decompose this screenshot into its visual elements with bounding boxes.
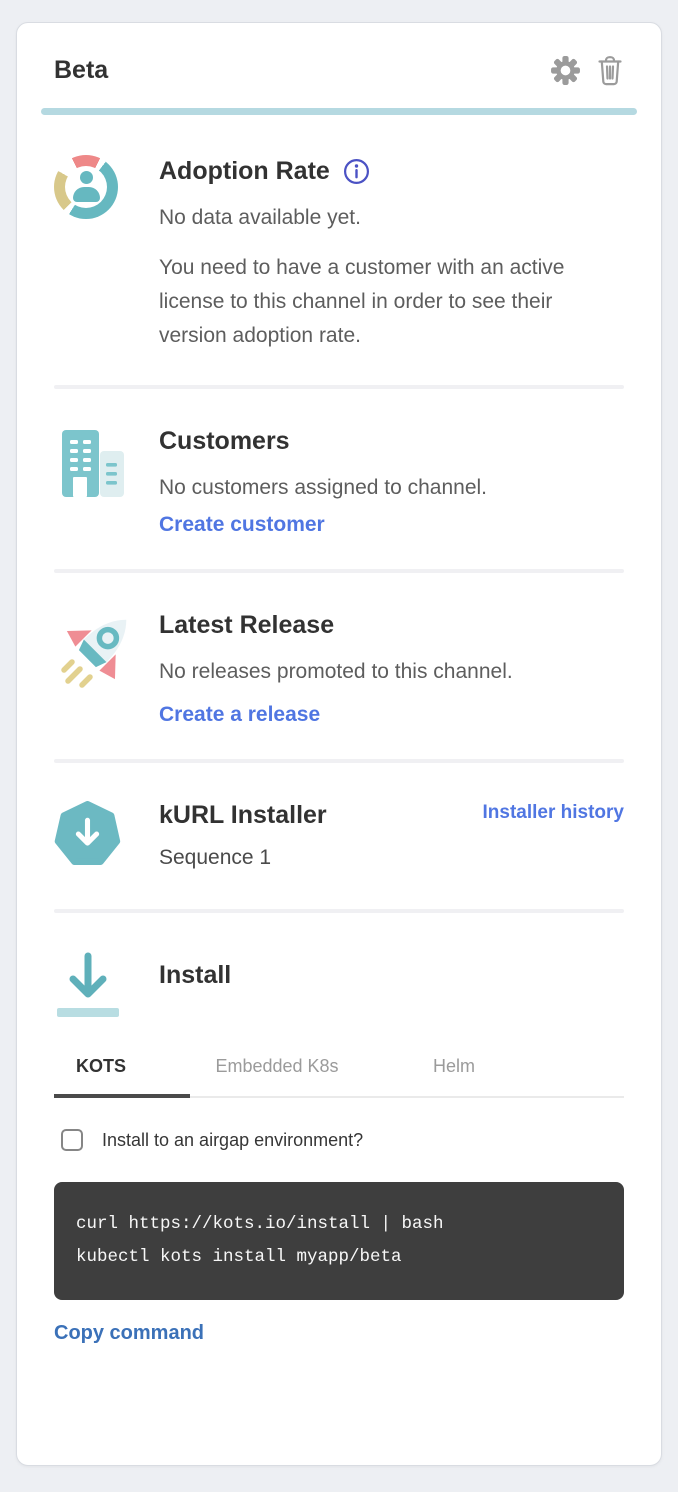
download-arrow-icon bbox=[56, 949, 120, 1023]
kurl-installer-section: kURL Installer Installer history Sequenc… bbox=[54, 797, 624, 873]
settings-gear-icon[interactable] bbox=[550, 55, 581, 86]
section-divider bbox=[54, 385, 624, 389]
latest-release-section: Latest Release No releases promoted to t… bbox=[54, 607, 624, 727]
installer-sequence: Sequence 1 bbox=[159, 843, 624, 873]
adoption-rate-title: Adoption Rate bbox=[159, 153, 330, 189]
header-actions bbox=[550, 55, 624, 86]
airgap-checkbox-label: Install to an airgap environment? bbox=[102, 1130, 363, 1151]
installer-history-link[interactable]: Installer history bbox=[483, 802, 625, 824]
customers-empty-message: No customers assigned to channel. bbox=[159, 473, 624, 503]
copy-command-link[interactable]: Copy command bbox=[54, 1322, 204, 1345]
rocket-icon bbox=[50, 607, 140, 699]
section-divider bbox=[54, 909, 624, 913]
download-heptagon-icon bbox=[54, 801, 121, 868]
channel-title: Beta bbox=[54, 56, 108, 85]
channel-card: Beta bbox=[16, 22, 662, 1466]
latest-release-title: Latest Release bbox=[159, 607, 624, 643]
install-command-block: curl https://kots.io/install | bash kube… bbox=[54, 1182, 624, 1300]
create-customer-link[interactable]: Create customer bbox=[159, 513, 325, 537]
info-icon[interactable] bbox=[343, 158, 370, 185]
install-title: Install bbox=[159, 957, 624, 993]
channel-accent-bar bbox=[41, 108, 637, 115]
section-divider bbox=[54, 759, 624, 763]
install-section: Install bbox=[54, 949, 624, 1028]
customers-title: Customers bbox=[159, 423, 624, 459]
create-release-link[interactable]: Create a release bbox=[159, 703, 320, 727]
trash-icon[interactable] bbox=[596, 55, 624, 86]
card-header: Beta bbox=[54, 23, 624, 86]
airgap-row: Install to an airgap environment? bbox=[54, 1129, 624, 1151]
command-line: kubectl kots install myapp/beta bbox=[76, 1241, 602, 1274]
adoption-donut-user-icon bbox=[54, 155, 118, 219]
customers-section: Customers No customers assigned to chann… bbox=[54, 423, 624, 537]
buildings-icon bbox=[54, 423, 126, 503]
tab-embedded-k8s[interactable]: Embedded K8s bbox=[209, 1056, 345, 1098]
adoption-description: You need to have a customer with an acti… bbox=[159, 251, 611, 353]
tab-helm[interactable]: Helm bbox=[430, 1056, 478, 1098]
section-divider bbox=[54, 569, 624, 573]
command-line: curl https://kots.io/install | bash bbox=[76, 1208, 602, 1241]
latest-release-empty-message: No releases promoted to this channel. bbox=[159, 657, 624, 687]
adoption-rate-section: Adoption Rate No data available yet. You… bbox=[54, 153, 624, 353]
install-tabs: KOTS Embedded K8s Helm bbox=[54, 1056, 624, 1098]
adoption-empty-message: No data available yet. bbox=[159, 203, 624, 233]
airgap-checkbox[interactable] bbox=[61, 1129, 83, 1151]
tab-kots[interactable]: KOTS bbox=[54, 1056, 190, 1098]
kurl-installer-title: kURL Installer bbox=[159, 797, 327, 833]
